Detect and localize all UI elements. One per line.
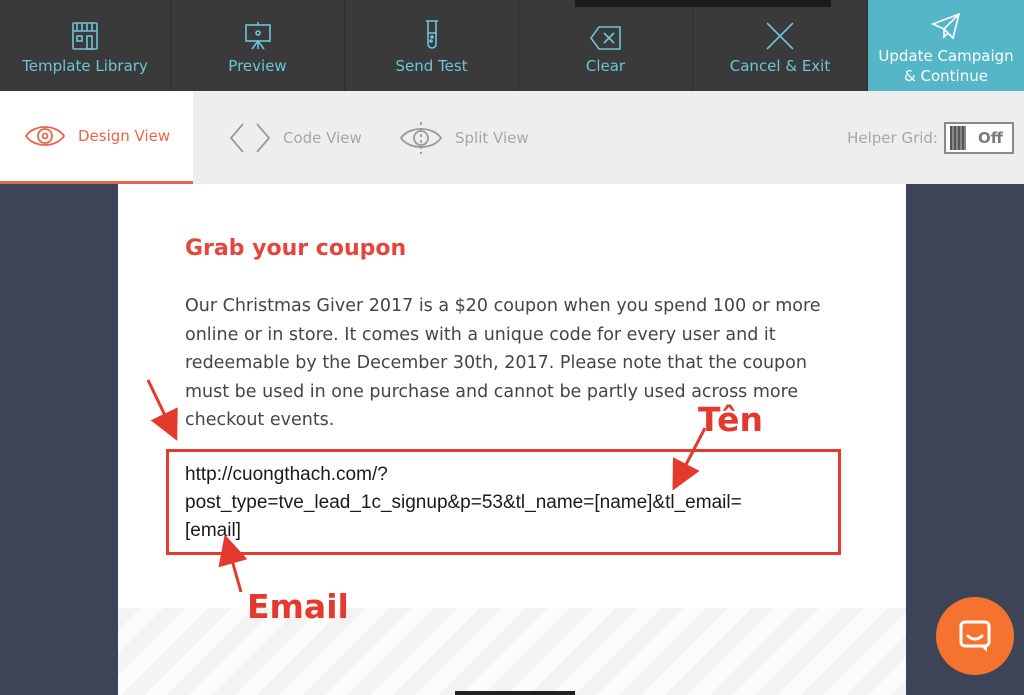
eye-icon [24, 126, 66, 146]
presentation-board-icon [243, 17, 273, 51]
helper-grid-toggle[interactable]: Off [944, 122, 1014, 154]
tab-split-label: Split View [455, 128, 529, 147]
send-test-button[interactable]: Send Test [345, 0, 519, 91]
helper-grid-label: Helper Grid: [847, 129, 938, 147]
tab-design-label: Design View [78, 127, 171, 145]
view-mode-bar: Design View Code View Split View Helper … [0, 91, 1024, 184]
test-tube-icon [422, 17, 442, 51]
overlay-strip [575, 0, 831, 7]
tab-design-view[interactable]: Design View [0, 91, 193, 184]
link-line: post_type=tve_lead_1c_signup&p=53&tl_nam… [185, 492, 742, 513]
preview-button[interactable]: Preview [171, 0, 345, 91]
email-canvas[interactable]: Grab your coupon Our Christmas Giver 201… [118, 184, 906, 695]
toggle-knob [950, 126, 966, 150]
split-eye-icon [399, 121, 443, 154]
code-brackets-icon [229, 122, 271, 153]
close-icon [765, 17, 795, 51]
storefront-icon [71, 17, 99, 51]
template-library-label: Template Library [22, 56, 148, 75]
chat-launcher-button[interactable] [936, 597, 1014, 675]
tab-split-view[interactable]: Split View [383, 91, 529, 184]
coupon-heading[interactable]: Grab your coupon [185, 236, 406, 261]
email-annotation: Email [247, 587, 349, 626]
tab-code-view[interactable]: Code View [193, 91, 383, 184]
cancel-exit-label: Cancel & Exit [729, 56, 831, 75]
update-campaign-button[interactable]: Update Campaign & Continue [868, 0, 1024, 91]
update-campaign-label: Update Campaign & Continue [878, 46, 1014, 85]
template-library-button[interactable]: Template Library [0, 0, 171, 91]
helper-grid-control: Helper Grid: Off [847, 122, 1014, 154]
toggle-state: Off [978, 129, 1003, 147]
paper-plane-icon [931, 6, 961, 40]
link-line: [email] [185, 520, 241, 541]
preview-label: Preview [228, 56, 287, 75]
clear-label: Clear [585, 56, 626, 75]
chat-bubble-icon [959, 620, 991, 652]
send-test-label: Send Test [395, 56, 468, 75]
name-annotation: Tên [698, 400, 763, 439]
cancel-exit-button[interactable]: Cancel & Exit [693, 0, 868, 91]
signup-link-box[interactable]: http://cuongthach.com/? post_type=tve_le… [166, 449, 841, 555]
link-line: http://cuongthach.com/? [185, 464, 388, 485]
clear-button[interactable]: Clear [519, 0, 693, 91]
top-toolbar: Template Library Preview Send Test Clear… [0, 0, 1024, 91]
backspace-icon [589, 17, 623, 51]
striped-section[interactable] [118, 608, 906, 695]
tab-code-label: Code View [283, 128, 362, 147]
